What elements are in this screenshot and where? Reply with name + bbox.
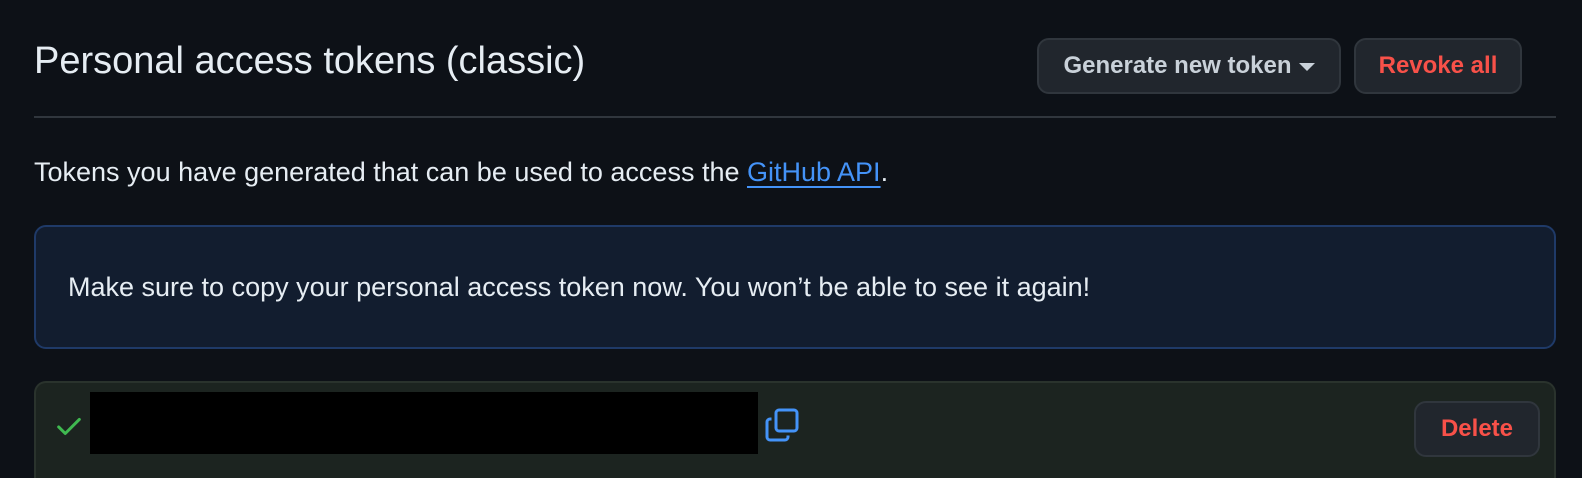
description-suffix: .	[880, 157, 889, 187]
flash-message: Make sure to copy your personal access t…	[68, 272, 1091, 302]
description-text: Tokens you have generated that can be us…	[34, 150, 888, 194]
token-value[interactable]	[90, 392, 758, 454]
page: Personal access tokens (classic) Generat…	[0, 0, 1582, 478]
copy-token-flash: Make sure to copy your personal access t…	[34, 225, 1556, 349]
check-icon	[57, 417, 81, 435]
triangle-down-icon	[1298, 63, 1315, 71]
new-token-row: Delete	[34, 381, 1556, 478]
revoke-all-button[interactable]: Revoke all	[1354, 38, 1522, 94]
description-prefix: Tokens you have generated that can be us…	[34, 157, 747, 187]
generate-new-token-label: Generate new token	[1063, 52, 1292, 79]
page-title: Personal access tokens (classic)	[34, 40, 586, 82]
generate-new-token-button[interactable]: Generate new token	[1037, 38, 1341, 94]
delete-token-button[interactable]: Delete	[1414, 401, 1540, 457]
github-api-link[interactable]: GitHub API	[747, 157, 881, 187]
copy-icon[interactable]	[764, 407, 800, 443]
